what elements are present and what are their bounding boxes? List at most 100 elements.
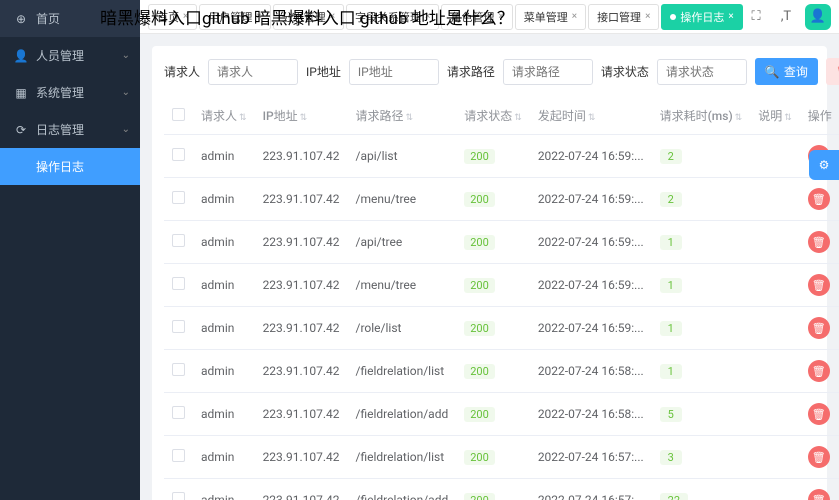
cell-user: admin [193, 393, 255, 436]
cell-ip: 223.91.107.42 [255, 393, 348, 436]
tab-接口管理[interactable]: 接口管理× [588, 4, 659, 30]
settings-float-button[interactable]: ⚙ [809, 150, 839, 180]
close-icon[interactable]: × [425, 11, 430, 22]
table-row: admin223.91.107.42/role/list2002022-07-2… [164, 307, 839, 350]
cell-ip: 223.91.107.42 [255, 307, 348, 350]
sort-icon[interactable]: ⇅ [784, 113, 792, 123]
table-row: admin223.91.107.42/fieldrelation/list200… [164, 436, 839, 479]
sort-icon[interactable]: ⇅ [735, 113, 743, 123]
delete-row-button[interactable]: 🗑 [808, 403, 830, 425]
col-status: 请求状态 [464, 109, 512, 123]
delete-row-button[interactable]: 🗑 [808, 274, 830, 296]
sidebar-logs[interactable]: ⟳ 日志管理 ⌄ [0, 111, 140, 148]
status-tag: 200 [464, 364, 495, 379]
row-checkbox[interactable] [172, 234, 185, 247]
delete-row-button[interactable]: 🗑 [808, 317, 830, 339]
tab-label: 分组管理 [282, 9, 326, 25]
cell-time: 2022-07-24 16:59:... [530, 221, 652, 264]
ms-badge: 2 [660, 149, 682, 164]
row-checkbox[interactable] [172, 492, 185, 500]
sidebar-sub-label: 操作日志 [36, 160, 84, 174]
close-icon[interactable]: × [645, 11, 650, 22]
search-button[interactable]: 🔍 查询 [755, 58, 818, 85]
sidebar-home[interactable]: ⊕ 首页 [0, 0, 140, 37]
fullscreen-icon[interactable]: ⛶ [745, 6, 767, 28]
avatar[interactable]: 👤 [805, 4, 831, 30]
tab-首页[interactable]: 首页 × [148, 4, 197, 30]
cell-user: admin [193, 135, 255, 178]
row-checkbox[interactable] [172, 363, 185, 376]
trash-icon: 🗑 [812, 279, 826, 292]
sidebar-system[interactable]: ▦ 系统管理 ⌄ [0, 74, 140, 111]
select-all-checkbox[interactable] [172, 108, 185, 121]
tab-label: 字段关系管理 [355, 9, 421, 25]
tab-角色管理[interactable]: 角色管理 × [441, 4, 512, 30]
trash-icon: 🗑 [812, 236, 826, 249]
cell-user: admin [193, 221, 255, 264]
tab-字段关系管理[interactable]: 字段关系管理 × [346, 4, 439, 30]
filter-label-status: 请求状态 [601, 63, 649, 80]
cell-desc [750, 178, 800, 221]
active-dot-icon [670, 14, 676, 20]
tab-操作日志[interactable]: 操作日志× [661, 4, 742, 30]
cell-time: 2022-07-24 16:57:... [530, 436, 652, 479]
status-tag: 200 [464, 450, 495, 465]
tabs-bar: 首页×用户管理×分组管理×字段关系管理×角色管理×菜单管理×接口管理×操作日志×… [140, 0, 839, 34]
ip-input[interactable] [349, 59, 439, 85]
col-ms: 请求耗时(ms) [660, 109, 733, 123]
ms-badge: 2 [660, 192, 682, 207]
row-checkbox[interactable] [172, 148, 185, 161]
table-row: admin223.91.107.42/menu/tree2002022-07-2… [164, 178, 839, 221]
batch-delete-button[interactable]: 🗑 批量删除 [826, 58, 839, 85]
ms-badge: 1 [660, 278, 682, 293]
cell-desc [750, 436, 800, 479]
close-icon[interactable]: × [256, 11, 261, 22]
delete-row-button[interactable]: 🗑 [808, 231, 830, 253]
delete-row-button[interactable]: 🗑 [808, 446, 830, 468]
row-checkbox[interactable] [172, 277, 185, 290]
close-icon[interactable]: × [183, 11, 188, 22]
sort-icon[interactable]: ⇅ [588, 113, 596, 123]
row-checkbox[interactable] [172, 449, 185, 462]
sort-icon[interactable]: ⇅ [239, 113, 247, 123]
cell-ip: 223.91.107.42 [255, 350, 348, 393]
sort-icon[interactable]: ⇅ [514, 113, 522, 123]
row-checkbox[interactable] [172, 406, 185, 419]
sort-icon[interactable]: ⇅ [406, 113, 414, 123]
status-input[interactable] [657, 59, 747, 85]
close-icon[interactable]: × [498, 11, 503, 22]
close-icon[interactable]: × [572, 11, 577, 22]
sidebar-personnel[interactable]: 👤 人员管理 ⌄ [0, 37, 140, 74]
search-btn-label: 查询 [784, 63, 808, 80]
status-tag: 200 [464, 149, 495, 164]
tab-label: 角色管理 [450, 9, 494, 25]
tab-菜单管理[interactable]: 菜单管理× [515, 4, 586, 30]
font-size-icon[interactable]: ,T [775, 6, 797, 28]
sidebar-sub-oplog[interactable]: 操作日志 [0, 148, 140, 185]
delete-row-button[interactable]: 🗑 [808, 360, 830, 382]
cell-time: 2022-07-24 16:57:... [530, 479, 652, 500]
main-area: 首页×用户管理×分组管理×字段关系管理×角色管理×菜单管理×接口管理×操作日志×… [140, 0, 839, 500]
delete-row-button[interactable]: 🗑 [808, 489, 830, 500]
path-input[interactable] [503, 59, 593, 85]
log-icon: ⟳ [14, 123, 28, 137]
col-ip: IP地址 [263, 109, 298, 123]
tab-label: 首页 [157, 9, 179, 25]
tab-分组管理[interactable]: 分组管理 × [273, 4, 344, 30]
row-checkbox[interactable] [172, 191, 185, 204]
requester-input[interactable] [208, 59, 298, 85]
close-icon[interactable]: × [330, 11, 335, 22]
cell-path: /fieldrelation/list [348, 350, 457, 393]
chevron-down-icon: ⌄ [122, 50, 130, 61]
sidebar-label: 日志管理 [36, 121, 84, 138]
row-checkbox[interactable] [172, 320, 185, 333]
delete-row-button[interactable]: 🗑 [808, 188, 830, 210]
cell-path: /fieldrelation/add [348, 393, 457, 436]
sort-icon[interactable]: ⇅ [300, 113, 308, 123]
cell-ip: 223.91.107.42 [255, 264, 348, 307]
trash-icon: 🗑 [812, 365, 826, 378]
cell-user: admin [193, 479, 255, 500]
tab-用户管理[interactable]: 用户管理 × [199, 4, 270, 30]
close-icon[interactable]: × [728, 11, 733, 22]
tab-label: 用户管理 [208, 9, 252, 25]
